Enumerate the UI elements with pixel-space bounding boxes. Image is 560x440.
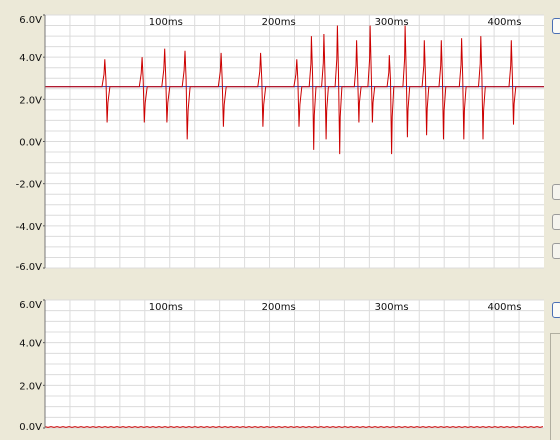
ch2-ytick-label: 0.0V xyxy=(19,422,42,433)
ch1-xtick-label: 400ms xyxy=(487,17,521,28)
ch1-ytick-label: 2.0V xyxy=(19,95,42,106)
ch1-ytick-label: 4.0V xyxy=(19,53,42,64)
channel-1-chart: 6.0V 4.0V 2.0V 0.0V -2.0V -4.0V -6.0V 100ms 200m… xyxy=(16,14,544,273)
ch1-xtick-label: 300ms xyxy=(375,17,409,28)
option-button-2[interactable] xyxy=(552,214,560,230)
ch2-xtick-label: 200ms xyxy=(262,302,296,313)
ch2-gridlines xyxy=(45,299,544,429)
channel-1-scope: 6.0V 4.0V 2.0V 0.0V -2.0V -4.0V -6.0V 100ms 200m… xyxy=(0,0,548,273)
oscilloscope-window: 6.0V 4.0V 2.0V 0.0V -2.0V -4.0V -6.0V 100ms 200m… xyxy=(0,0,560,440)
ch2-xtick-label: 300ms xyxy=(375,302,409,313)
ch1-ytick-label: -2.0V xyxy=(16,180,43,191)
ch1-xtick-label: 200ms xyxy=(262,17,296,28)
ch1-ytick-label: -4.0V xyxy=(16,222,43,233)
ch2-xtick-label: 400ms xyxy=(487,302,521,313)
ch1-xtick-label: 100ms xyxy=(149,17,183,28)
channel-2-select-button[interactable] xyxy=(552,302,560,318)
ch1-ytick-label: 6.0V xyxy=(19,15,42,26)
option-button-1[interactable] xyxy=(552,184,560,200)
ch1-ytick-label: 0.0V xyxy=(19,138,42,149)
ch1-gridlines xyxy=(45,14,544,269)
ch2-ytick-label: 6.0V xyxy=(19,300,42,311)
ch2-ytick-label: 4.0V xyxy=(19,339,42,350)
ch2-ytick-label: 2.0V xyxy=(19,381,42,392)
side-settings-panel xyxy=(550,333,560,440)
ch1-ytick-label: -6.0V xyxy=(16,262,43,270)
ch2-xtick-label: 100ms xyxy=(149,302,183,313)
channel-2-scope: 6.0V 4.0V 2.0V 0.0V 100ms 200ms 300ms 400ms xyxy=(0,285,548,440)
option-button-3[interactable] xyxy=(552,243,560,259)
channel-2-chart: 6.0V 4.0V 2.0V 0.0V 100ms 200ms 300ms 400ms xyxy=(19,299,544,433)
channel-1-select-button[interactable] xyxy=(552,18,560,34)
